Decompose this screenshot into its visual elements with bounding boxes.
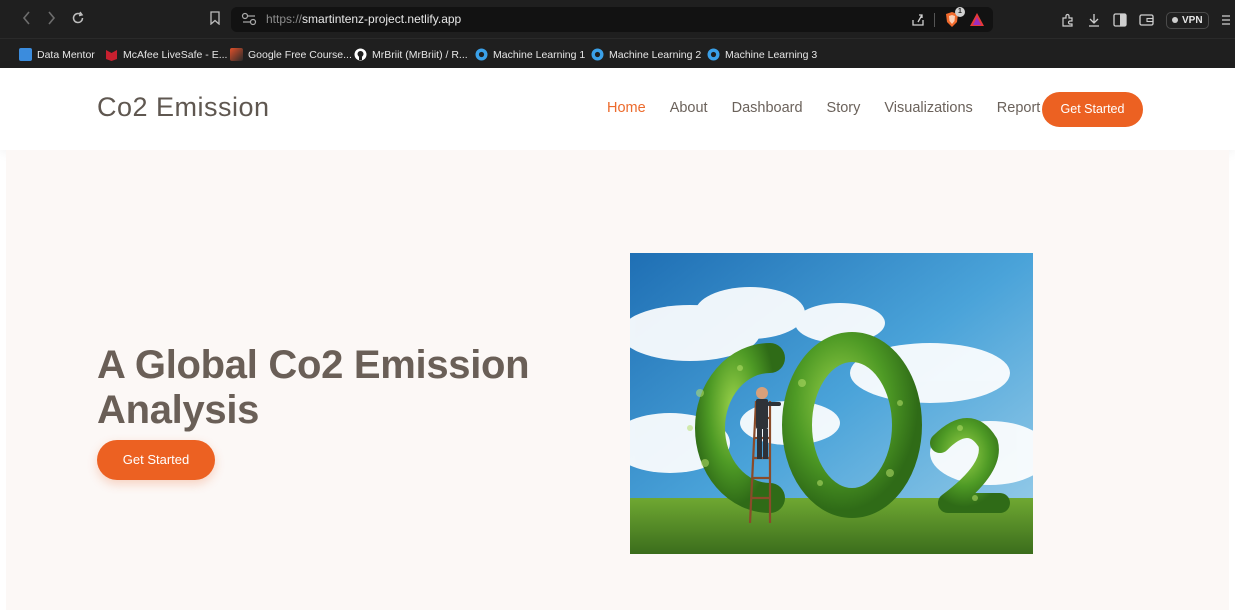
github-icon <box>354 48 367 61</box>
header-get-started-button[interactable]: Get Started <box>1042 92 1143 127</box>
bookmarks-bar: Data Mentor McAfee LiveSafe - E... Googl… <box>0 38 1235 68</box>
nav-home[interactable]: Home <box>607 100 646 116</box>
bookmark-label: Data Mentor <box>37 48 95 61</box>
site-header: Co2 Emission Home About Dashboard Story … <box>0 68 1235 150</box>
wallet-icon[interactable] <box>1139 13 1154 27</box>
nav-report[interactable]: Report <box>997 100 1041 116</box>
reload-icon[interactable] <box>67 8 89 30</box>
sidebar-toggle-icon[interactable] <box>1113 13 1127 27</box>
extensions-icon[interactable] <box>1060 13 1075 28</box>
browser-toolbar: https://smartintenz-project.netlify.app … <box>0 0 1235 38</box>
bookmark-label: Machine Learning 2 <box>609 48 702 61</box>
vpn-status-icon <box>1172 17 1178 23</box>
bookmark-mcafee[interactable]: McAfee LiveSafe - E... <box>105 47 227 62</box>
brave-shields-icon[interactable]: 1 <box>944 7 965 28</box>
nav-story[interactable]: Story <box>827 100 861 116</box>
google-course-icon <box>230 48 243 61</box>
hero-title: A Global Co2 Emission Analysis <box>97 343 530 432</box>
nav-visualizations[interactable]: Visualizations <box>884 100 972 116</box>
ml-icon <box>591 48 604 61</box>
mcafee-icon <box>106 50 117 61</box>
menu-icon[interactable] <box>1221 13 1231 27</box>
url-protocol: https:// <box>266 12 303 26</box>
bookmark-machine-learning-2[interactable]: Machine Learning 2 <box>591 47 701 62</box>
shields-count-badge: 1 <box>955 7 965 17</box>
bookmark-label: McAfee LiveSafe - E... <box>123 48 228 61</box>
ml-icon <box>707 48 720 61</box>
bookmark-github[interactable]: MrBriit (MrBriit) / R... <box>354 47 468 62</box>
bookmark-label: Machine Learning 1 <box>493 48 586 61</box>
brave-rewards-icon[interactable] <box>969 12 985 27</box>
url-host: smartintenz-project.netlify.app <box>302 12 462 26</box>
main-nav: Home About Dashboard Story Visualization… <box>607 100 1064 116</box>
vpn-label: VPN <box>1182 14 1203 26</box>
vpn-button[interactable]: VPN <box>1166 11 1209 29</box>
hero-get-started-button[interactable]: Get Started <box>97 440 215 480</box>
bookmark-label: MrBriit (MrBriit) / R... <box>372 48 468 61</box>
nav-about[interactable]: About <box>670 100 708 116</box>
bookmark-machine-learning-3[interactable]: Machine Learning 3 <box>707 47 817 62</box>
url-text: https://smartintenz-project.netlify.app <box>266 12 461 26</box>
data-mentor-icon <box>19 48 32 61</box>
bookmark-page-icon[interactable] <box>204 8 226 30</box>
address-bar[interactable]: https://smartintenz-project.netlify.app … <box>231 7 993 32</box>
bookmark-data-mentor[interactable]: Data Mentor <box>19 47 95 62</box>
url-divider <box>934 12 935 27</box>
download-icon[interactable] <box>1087 13 1101 28</box>
forward-icon[interactable] <box>40 8 62 30</box>
bookmark-machine-learning-1[interactable]: Machine Learning 1 <box>475 47 585 62</box>
bookmark-google-course[interactable]: Google Free Course... <box>230 47 352 62</box>
back-icon[interactable] <box>16 8 38 30</box>
site-info-icon[interactable] <box>241 12 257 26</box>
share-icon[interactable] <box>911 13 925 27</box>
site-logo[interactable]: Co2 Emission <box>97 92 270 123</box>
ml-icon <box>475 48 488 61</box>
co2-leaves-illustration <box>630 253 1033 554</box>
nav-dashboard[interactable]: Dashboard <box>732 100 803 116</box>
bookmark-label: Google Free Course... <box>248 48 352 61</box>
bookmark-label: Machine Learning 3 <box>725 48 818 61</box>
